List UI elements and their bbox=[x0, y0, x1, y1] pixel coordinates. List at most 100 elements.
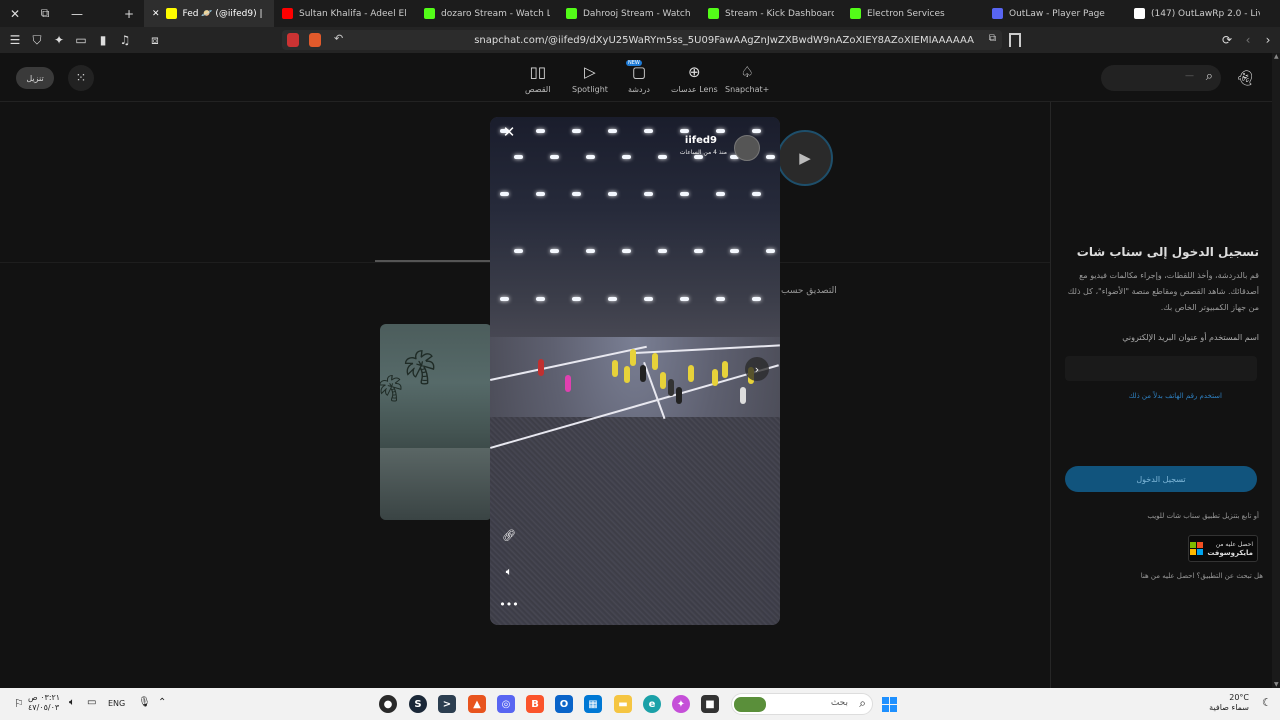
language-indicator[interactable]: ENG bbox=[108, 699, 125, 708]
nav-item[interactable]: ♤ Snapchat+ bbox=[725, 63, 769, 94]
story-timestamp: منذ 4 من الساعات bbox=[679, 149, 727, 156]
volume-icon[interactable]: 🔈︎ bbox=[501, 564, 517, 580]
username-label: اسم المستخدم أو عنوان البريد الإلكتروني bbox=[1122, 333, 1259, 342]
edge-icon[interactable]: e bbox=[643, 695, 661, 713]
use-phone-link[interactable]: استخدم رقم الهاتف بدلاً من ذلك bbox=[1129, 392, 1222, 400]
sidebar-icon[interactable]: ▭ bbox=[71, 30, 91, 50]
nav-label: Snapchat+ bbox=[725, 85, 770, 94]
nav-item[interactable]: ⊕ عدسات Lens bbox=[671, 63, 718, 94]
store-icon[interactable]: ▦ bbox=[584, 695, 602, 713]
tab-label: Stream - Kick Dashboard bbox=[725, 8, 834, 19]
menu-icon[interactable]: ☰ bbox=[5, 30, 25, 50]
browser-tab[interactable]: Sultan Khalifa - Adeel El Rooh bbox=[274, 0, 416, 27]
search-placeholder: — bbox=[1185, 71, 1194, 81]
clock-time: ٠٣:٢١ ص bbox=[28, 693, 61, 702]
file-explorer-icon[interactable]: ▬ bbox=[614, 695, 632, 713]
tab-favicon-icon bbox=[1134, 8, 1145, 19]
minimize-icon[interactable]: — bbox=[62, 0, 92, 27]
help-link[interactable]: هل تبحث عن التطبيق؟ احصل عليه من هنا bbox=[1141, 572, 1263, 580]
discord-icon[interactable]: ◎ bbox=[497, 695, 515, 713]
app-icon-12[interactable]: ■ bbox=[701, 695, 719, 713]
browser-tab[interactable]: Electron Services bbox=[842, 0, 984, 27]
close-story-icon[interactable]: ✕ bbox=[501, 123, 517, 141]
download-button[interactable]: تنزيل bbox=[16, 67, 54, 89]
browser-tab[interactable]: ✕ Fed 🪐 (@iifed9) | سنابات bbox=[144, 0, 274, 27]
speaker-icon[interactable]: 🔈︎ bbox=[69, 697, 75, 708]
terminal-icon[interactable]: > bbox=[438, 695, 456, 713]
taskbar-search[interactable]: بحث ⌕ bbox=[731, 693, 873, 715]
steam-icon[interactable]: S bbox=[409, 695, 427, 713]
extensions-icon[interactable]: ✦ bbox=[49, 30, 69, 50]
background-story-card[interactable]: 🌴︎ 🌴︎ bbox=[380, 324, 492, 520]
story-user-avatar[interactable] bbox=[734, 135, 760, 161]
stadium-light bbox=[500, 192, 509, 196]
player-figure bbox=[640, 365, 646, 382]
outlook-icon[interactable]: O bbox=[555, 695, 573, 713]
lens-icon: ⊕ bbox=[688, 63, 701, 81]
microphone-icon[interactable]: 🎙︎ bbox=[138, 697, 151, 708]
login-button[interactable]: تسجيل الدخول bbox=[1065, 466, 1257, 492]
tab-favicon-icon bbox=[708, 8, 719, 19]
close-window-icon[interactable]: ✕ bbox=[0, 0, 30, 27]
microsoft-store-badge[interactable]: احصل عليه من مايكروسوفت bbox=[1188, 535, 1258, 562]
music-icon[interactable]: ♫ bbox=[115, 30, 135, 50]
ghost-icon[interactable]: 👻︎ bbox=[1235, 68, 1255, 88]
tab-favicon-icon bbox=[566, 8, 577, 19]
stadium-light bbox=[752, 192, 761, 196]
clock[interactable]: ٠٣:٢١ ص ٤٧/٠٥/٠٣ bbox=[28, 693, 60, 713]
app-icon-4[interactable]: ▲ bbox=[468, 695, 486, 713]
stadium-light bbox=[644, 129, 653, 133]
bookmark-icon[interactable] bbox=[1009, 33, 1021, 47]
windows-start-icon[interactable] bbox=[880, 695, 898, 713]
tab-label: Sultan Khalifa - Adeel El Rooh bbox=[299, 8, 408, 19]
shield-icon[interactable]: ⛉ bbox=[27, 30, 47, 50]
nav-item[interactable]: ▢ NEW دردشة bbox=[626, 60, 650, 94]
microsoft-logo-icon bbox=[1190, 542, 1204, 555]
player-figure bbox=[660, 372, 666, 389]
next-story-icon[interactable]: › bbox=[745, 357, 769, 381]
brave-icon[interactable]: B bbox=[526, 695, 544, 713]
tray-chevron-icon[interactable]: ⌃ bbox=[158, 697, 166, 708]
link-icon[interactable]: 🔗︎ bbox=[501, 527, 517, 543]
player-figure bbox=[722, 361, 728, 378]
weather-widget[interactable]: 20°C سماء صافية bbox=[1205, 693, 1249, 713]
address-bar[interactable]: ↶ snapchat.com/@iifed9/dXyU25WaRYm5ss_5U… bbox=[282, 30, 1002, 50]
brave-rewards-icon[interactable] bbox=[309, 33, 321, 47]
new-tab-icon[interactable]: + bbox=[114, 0, 144, 27]
browser-tab[interactable]: OutLaw - Player Page bbox=[984, 0, 1126, 27]
page-scrollbar[interactable]: ▲ ▼ bbox=[1272, 53, 1280, 688]
player-figure bbox=[668, 379, 674, 396]
nav-item[interactable]: ▯▯ القصص bbox=[525, 63, 550, 94]
nav-item[interactable]: ▷ Spotlight bbox=[572, 63, 608, 94]
browser-tab[interactable]: Dahrooj Stream - Watch Live o bbox=[558, 0, 700, 27]
copilot-icon[interactable]: ✦ bbox=[672, 695, 690, 713]
login-title: تسجيل الدخول إلى سناب شات bbox=[1076, 245, 1259, 259]
undo-icon[interactable]: ↶ bbox=[334, 32, 343, 45]
share-icon[interactable]: ⧉ bbox=[989, 33, 996, 44]
app-icon-1[interactable]: ● bbox=[379, 695, 397, 713]
network-icon[interactable]: ⚐ bbox=[14, 697, 24, 710]
story-username[interactable]: iifed9 bbox=[685, 135, 717, 146]
screenshot-icon[interactable]: ⧈ bbox=[145, 30, 165, 50]
close-tab-icon[interactable]: ✕ bbox=[152, 9, 160, 19]
stadium-light bbox=[514, 155, 523, 159]
forward-icon[interactable]: › bbox=[1258, 30, 1278, 50]
search-input[interactable]: — ⌕ bbox=[1101, 65, 1221, 91]
story-viewer[interactable]: ✕ iifed9 منذ 4 من الساعات › 🔗︎ 🔈︎ ••• bbox=[490, 117, 780, 625]
more-options-icon[interactable]: ••• bbox=[499, 596, 518, 612]
browser-tab[interactable]: dozaro Stream - Watch Live on bbox=[416, 0, 558, 27]
display-icon[interactable]: ▭ bbox=[87, 697, 96, 708]
apps-grid-icon[interactable]: ⁙ bbox=[68, 65, 94, 91]
restore-icon[interactable]: ⧉ bbox=[30, 0, 60, 27]
ms-badge-line1: احصل عليه من bbox=[1215, 540, 1253, 548]
back-icon[interactable]: ‹ bbox=[1238, 30, 1258, 50]
browser-tab[interactable]: (147) OutLawRp 2.0 - Live Com bbox=[1126, 0, 1268, 27]
player-figure bbox=[538, 359, 544, 376]
brave-shield-icon[interactable] bbox=[287, 33, 299, 47]
username-input[interactable] bbox=[1065, 356, 1257, 381]
reload-icon[interactable]: ⟳ bbox=[1217, 30, 1237, 50]
browser-tab[interactable]: Stream - Kick Dashboard bbox=[700, 0, 842, 27]
panel-icon[interactable]: ▮ bbox=[93, 30, 113, 50]
profile-avatar[interactable]: ▶ bbox=[777, 130, 833, 186]
player-figure bbox=[565, 375, 571, 392]
